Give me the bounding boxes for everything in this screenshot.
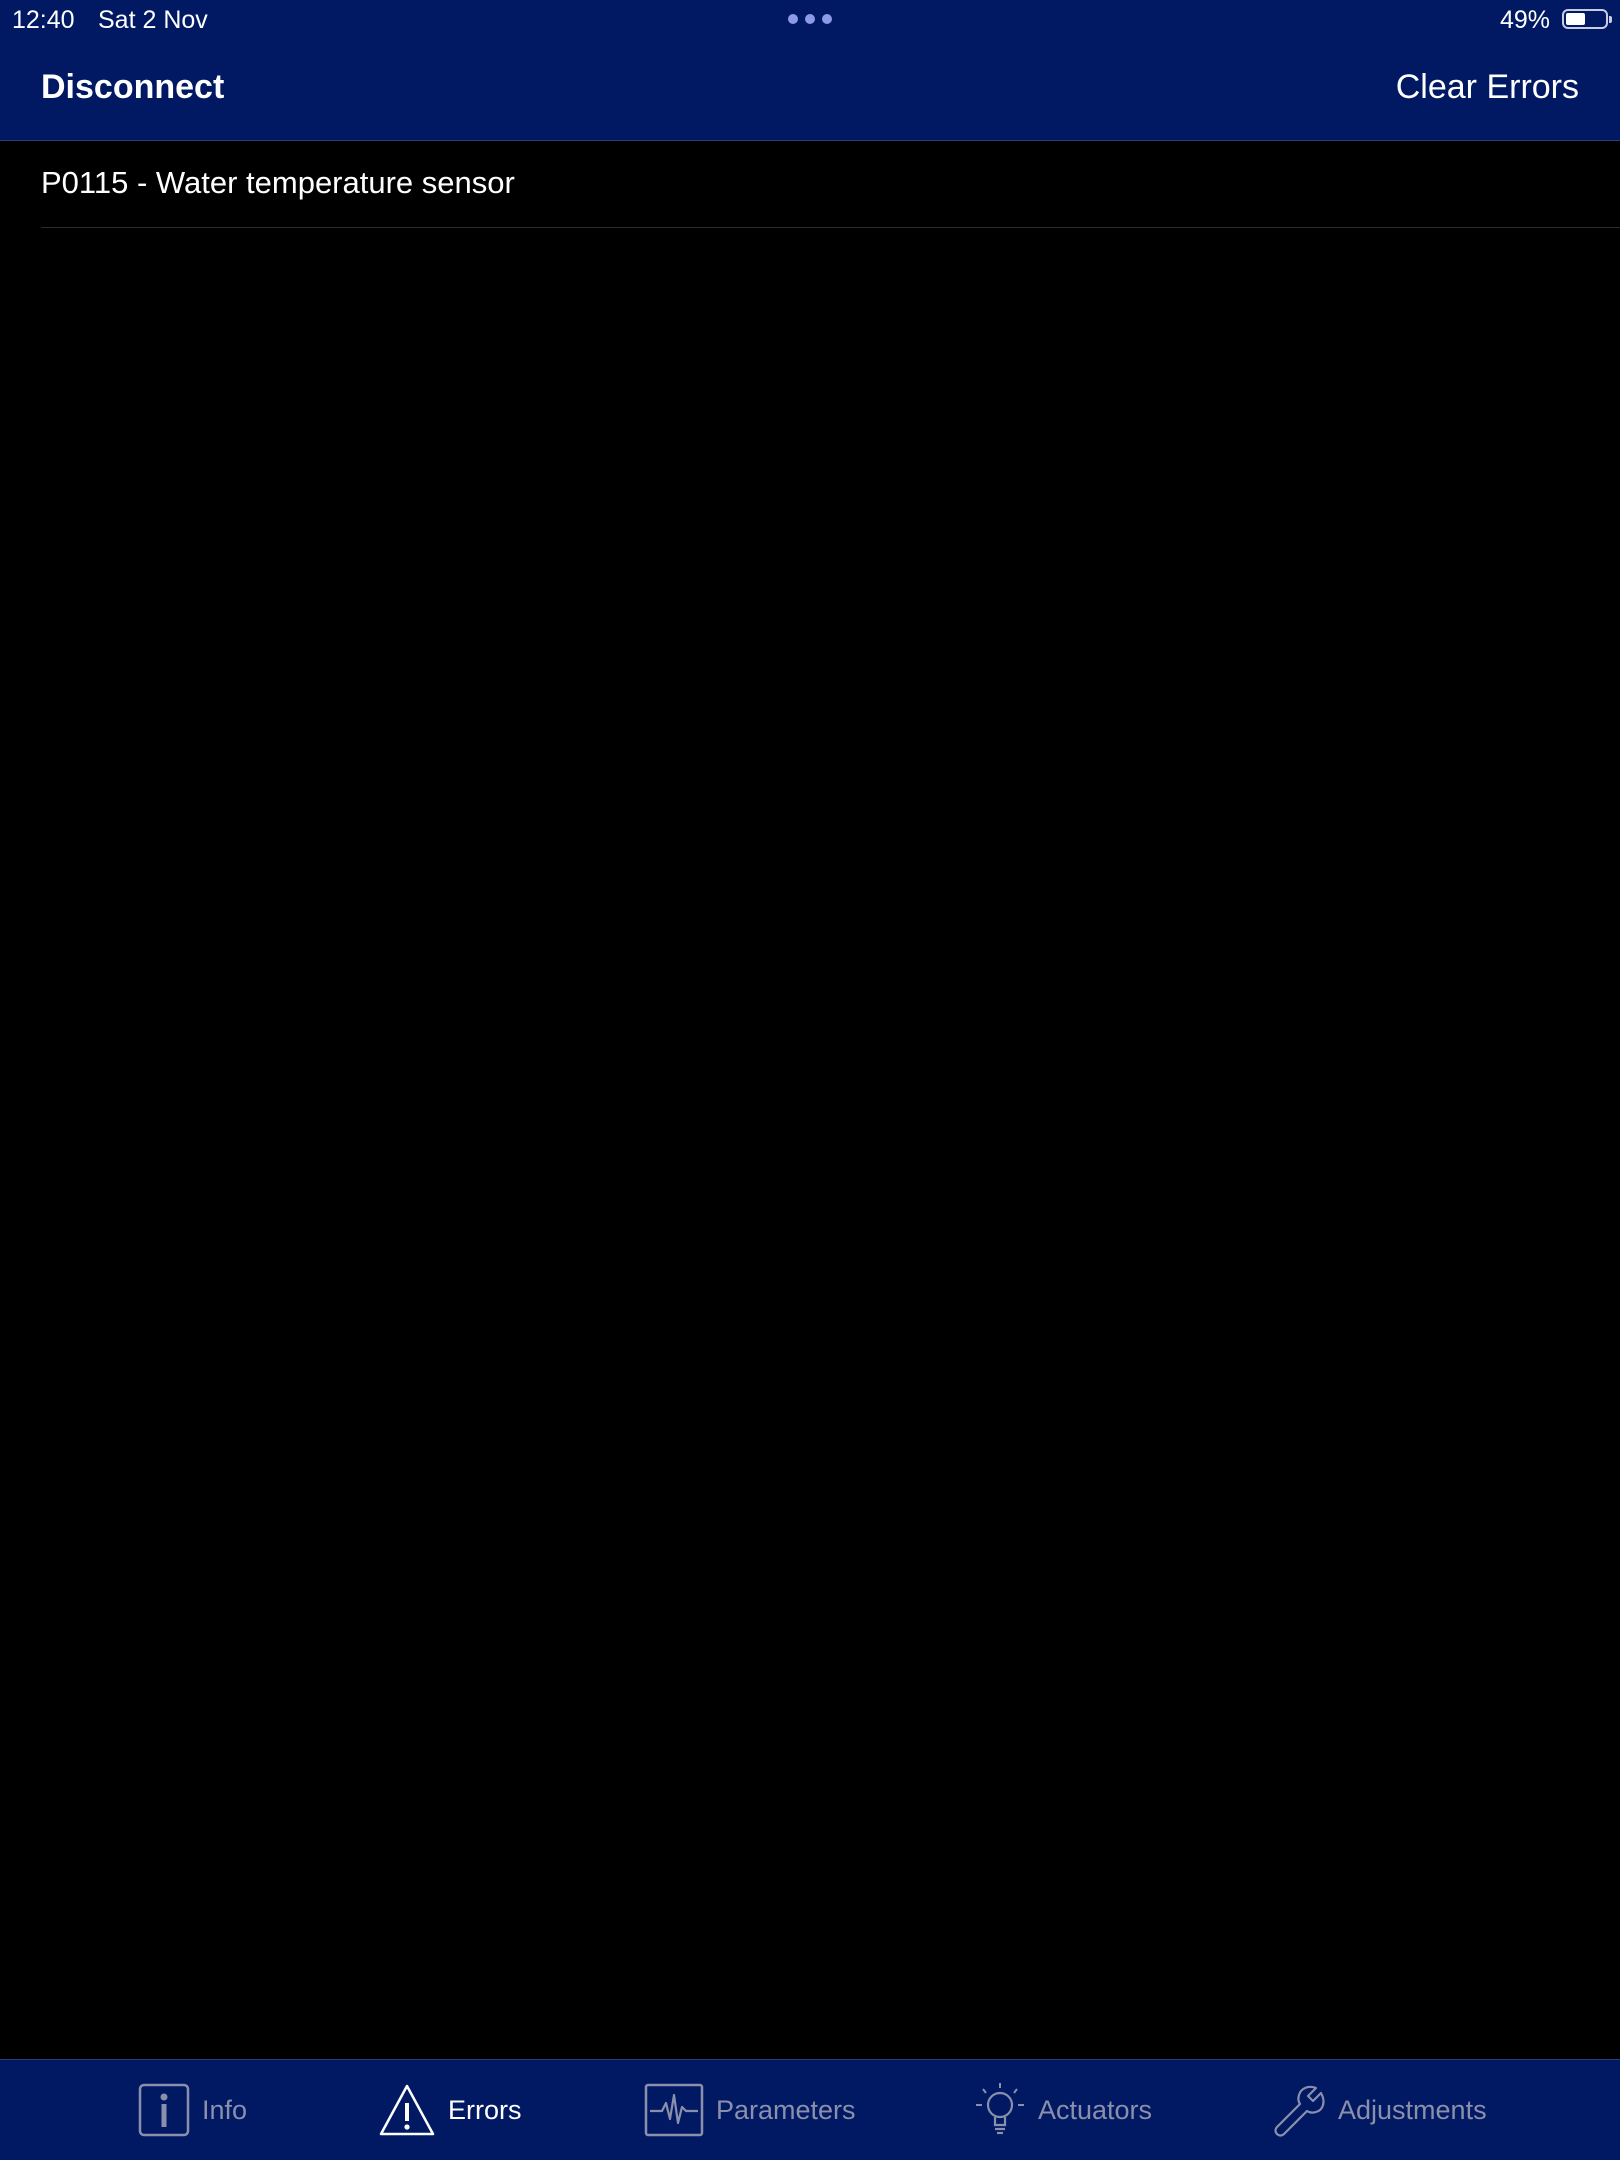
status-time: 12:40	[12, 6, 75, 34]
status-bar: 12:40 Sat 2 Nov 49%	[0, 0, 1620, 40]
app-window: 12:40 Sat 2 Nov 49% Disconnect Clear Err…	[0, 0, 1620, 2160]
tab-errors-label: Errors	[448, 2094, 522, 2125]
disconnect-button[interactable]: Disconnect	[41, 68, 224, 107]
wrench-icon	[1274, 2085, 1325, 2137]
status-date: Sat 2 Nov	[98, 6, 208, 34]
tab-actuators[interactable]: Actuators	[974, 2060, 1152, 2160]
tab-info-label: Info	[202, 2094, 248, 2125]
error-list-item[interactable]: P0115 - Water temperature sensor	[41, 141, 1620, 228]
waveform-icon	[644, 2083, 704, 2137]
battery-fill	[1566, 13, 1585, 25]
lightbulb-icon	[976, 2083, 1024, 2135]
top-bar: 12:40 Sat 2 Nov 49% Disconnect Clear Err…	[0, 0, 1620, 141]
tab-actuators-label: Actuators	[1038, 2094, 1153, 2125]
tab-errors[interactable]: Errors	[378, 2060, 522, 2160]
info-icon	[138, 2083, 190, 2137]
tab-adjustments[interactable]: Adjustments	[1272, 2060, 1487, 2160]
tab-bar: Info Errors Parameters Actuators Adjustm…	[0, 2059, 1620, 2160]
error-label: P0115 - Water temperature sensor	[41, 165, 515, 200]
warning-triangle-icon	[379, 2084, 435, 2136]
tab-parameters[interactable]: Parameters	[644, 2060, 856, 2160]
battery-percent: 49%	[1499, 6, 1550, 34]
battery-icon	[1562, 9, 1612, 29]
multitasking-dots-icon[interactable]	[788, 14, 832, 26]
tab-parameters-label: Parameters	[716, 2094, 856, 2125]
clear-errors-button[interactable]: Clear Errors	[1396, 68, 1579, 107]
tab-info[interactable]: Info	[138, 2060, 247, 2160]
error-list: P0115 - Water temperature sensor	[0, 141, 1620, 228]
tab-adjustments-label: Adjustments	[1338, 2094, 1487, 2125]
